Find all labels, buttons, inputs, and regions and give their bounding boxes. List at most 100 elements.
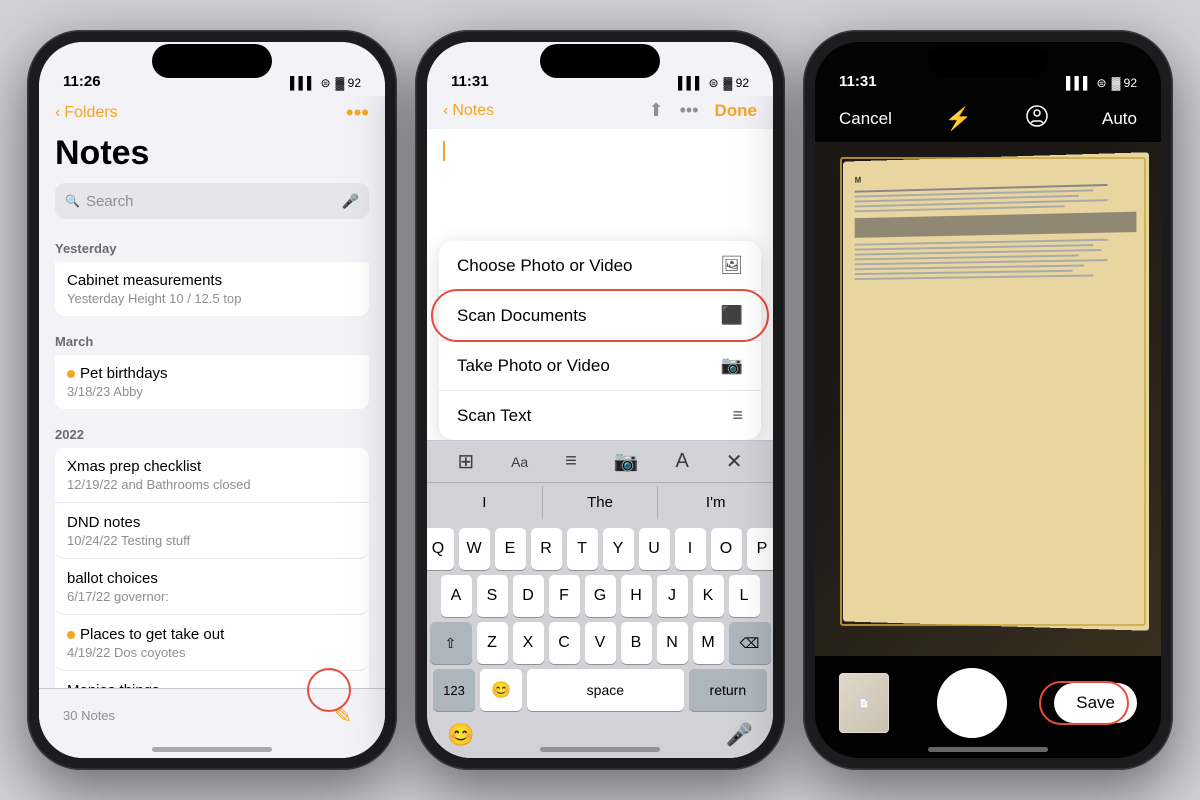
shutter-button[interactable] <box>937 668 1007 738</box>
numbers-key[interactable]: 123 <box>433 669 475 711</box>
take-photo-label: Take Photo or Video <box>457 356 610 376</box>
shift-key[interactable]: ⇧ <box>430 622 472 664</box>
pred-word-1[interactable]: I <box>427 486 543 519</box>
wifi-icon-2: ⊜ <box>708 76 718 90</box>
key-i[interactable]: I <box>675 528 706 570</box>
key-q[interactable]: Q <box>427 528 454 570</box>
note-item-places[interactable]: Places to get take out 4/19/22 Dos coyot… <box>55 616 369 671</box>
camera-toolbar-icon[interactable]: 📷 <box>614 449 639 474</box>
scan-text-label: Scan Text <box>457 406 531 426</box>
wifi-icon-1: ⊜ <box>320 76 330 90</box>
note-subtitle: 6/17/22 governor: <box>67 589 357 604</box>
format-icon[interactable]: Aa <box>511 454 528 470</box>
emoji-key[interactable]: 😊 <box>480 669 522 711</box>
flash-icon[interactable]: ⚡ <box>945 106 972 132</box>
key-g[interactable]: G <box>585 575 616 617</box>
phone-2: 11:31 ▌▌▌ ⊜ ▓ 92 ‹ Notes ⬆ ••• Done <box>415 30 785 770</box>
cancel-button[interactable]: Cancel <box>839 109 892 129</box>
battery-icon-2: ▓ 92 <box>724 76 749 90</box>
chevron-left-icon-2: ‹ <box>443 102 448 120</box>
note-item-pet[interactable]: Pet birthdays 3/18/23 Abby <box>55 355 369 409</box>
key-y[interactable]: Y <box>603 528 634 570</box>
return-key[interactable]: return <box>689 669 767 711</box>
status-time-2: 11:31 <box>451 73 489 90</box>
key-s[interactable]: S <box>477 575 508 617</box>
note-item-cabinet[interactable]: Cabinet measurements Yesterday Height 10… <box>55 262 369 316</box>
key-b[interactable]: B <box>621 622 652 664</box>
key-e[interactable]: E <box>495 528 526 570</box>
share-icon[interactable]: ⬆ <box>649 100 664 121</box>
key-d[interactable]: D <box>513 575 544 617</box>
key-k[interactable]: K <box>693 575 724 617</box>
emoji-bottom-icon[interactable]: 😊 <box>447 722 474 748</box>
mic-bottom-icon[interactable]: 🎤 <box>726 722 753 748</box>
list-icon[interactable]: ≡ <box>565 450 577 473</box>
menu-choose-photo[interactable]: Choose Photo or Video 🖼 <box>439 241 761 291</box>
face-icon[interactable] <box>1025 104 1049 134</box>
delete-key[interactable]: ⌫ <box>729 622 771 664</box>
keyboard: Q W E R T Y U I O P A S D F G <box>427 522 773 720</box>
text-style-icon[interactable]: A <box>675 450 688 473</box>
note-item-ballot[interactable]: ballot choices 6/17/22 governor: <box>55 560 369 615</box>
key-r[interactable]: R <box>531 528 562 570</box>
nav-bar-1: ‹ Folders ••• <box>39 96 385 134</box>
pred-word-3[interactable]: I'm <box>658 486 773 519</box>
scan-documents-label: Scan Documents <box>457 306 586 326</box>
key-h[interactable]: H <box>621 575 652 617</box>
key-f[interactable]: F <box>549 575 580 617</box>
mic-icon: 🎤 <box>342 193 359 210</box>
close-toolbar-icon[interactable]: ✕ <box>726 449 743 474</box>
key-u[interactable]: U <box>639 528 670 570</box>
key-c[interactable]: C <box>549 622 580 664</box>
note-subtitle: 4/19/22 Dos coyotes <box>67 645 357 660</box>
note-subtitle: Yesterday Height 10 / 12.5 top <box>67 291 357 306</box>
phone3-screen: 11:31 ▌▌▌ ⊜ ▓ 92 Cancel ⚡ A <box>815 42 1161 758</box>
space-key[interactable]: space <box>527 669 684 711</box>
back-folders-button[interactable]: ‹ Folders <box>55 104 118 122</box>
compose-button[interactable]: ✎ <box>325 698 361 734</box>
key-j[interactable]: J <box>657 575 688 617</box>
camera-top-bar: Cancel ⚡ Auto <box>815 96 1161 142</box>
key-w[interactable]: W <box>459 528 490 570</box>
key-p[interactable]: P <box>747 528 774 570</box>
context-menu: Choose Photo or Video 🖼 Scan Documents ⬛… <box>439 241 761 440</box>
menu-take-photo[interactable]: Take Photo or Video 📷 <box>439 341 761 391</box>
scan-text-icon: ≡ <box>732 405 743 426</box>
note-item-dnd[interactable]: DND notes 10/24/22 Testing stuff <box>55 504 369 559</box>
section-march: March <box>55 324 369 355</box>
note-title: Places to get take out <box>67 626 357 643</box>
key-x[interactable]: X <box>513 622 544 664</box>
key-t[interactable]: T <box>567 528 598 570</box>
key-n[interactable]: N <box>657 622 688 664</box>
battery-icon-1: ▓ 92 <box>336 76 361 90</box>
key-row-1: Q W E R T Y U I O P <box>430 528 770 570</box>
key-row-2: A S D F G H J K L <box>430 575 770 617</box>
key-z[interactable]: Z <box>477 622 508 664</box>
more-icon-2[interactable]: ••• <box>680 100 699 121</box>
key-v[interactable]: V <box>585 622 616 664</box>
search-bar[interactable]: 🔍 Search 🎤 <box>55 183 369 219</box>
key-o[interactable]: O <box>711 528 742 570</box>
note-title: Xmas prep checklist <box>67 458 357 475</box>
key-m[interactable]: M <box>693 622 724 664</box>
note-editor[interactable] <box>427 129 773 241</box>
back-notes-button[interactable]: ‹ Notes <box>443 102 494 120</box>
note-subtitle: 10/24/22 Testing stuff <box>67 533 357 548</box>
key-row-4: 123 😊 space return <box>430 669 770 711</box>
nav-bar-2: ‹ Notes ⬆ ••• Done <box>427 96 773 129</box>
menu-scan-text[interactable]: Scan Text ≡ <box>439 391 761 440</box>
note-item-xmas[interactable]: Xmas prep checklist 12/19/22 and Bathroo… <box>55 448 369 503</box>
dynamic-island-1 <box>152 44 272 78</box>
done-button[interactable]: Done <box>715 101 758 121</box>
key-row-3: ⇧ Z X C V B N M ⌫ <box>430 622 770 664</box>
key-a[interactable]: A <box>441 575 472 617</box>
camera-bottom: 📄 Save <box>815 656 1161 758</box>
menu-scan-documents[interactable]: Scan Documents ⬛ <box>439 291 761 341</box>
key-l[interactable]: L <box>729 575 760 617</box>
more-options-button[interactable]: ••• <box>346 100 369 126</box>
scan-thumbnail[interactable]: 📄 <box>839 673 889 733</box>
table-icon[interactable]: ⊞ <box>457 449 474 474</box>
wifi-icon-3: ⊜ <box>1097 76 1107 90</box>
pred-word-2[interactable]: The <box>543 486 659 519</box>
signal-icon-2: ▌▌▌ <box>678 76 704 90</box>
